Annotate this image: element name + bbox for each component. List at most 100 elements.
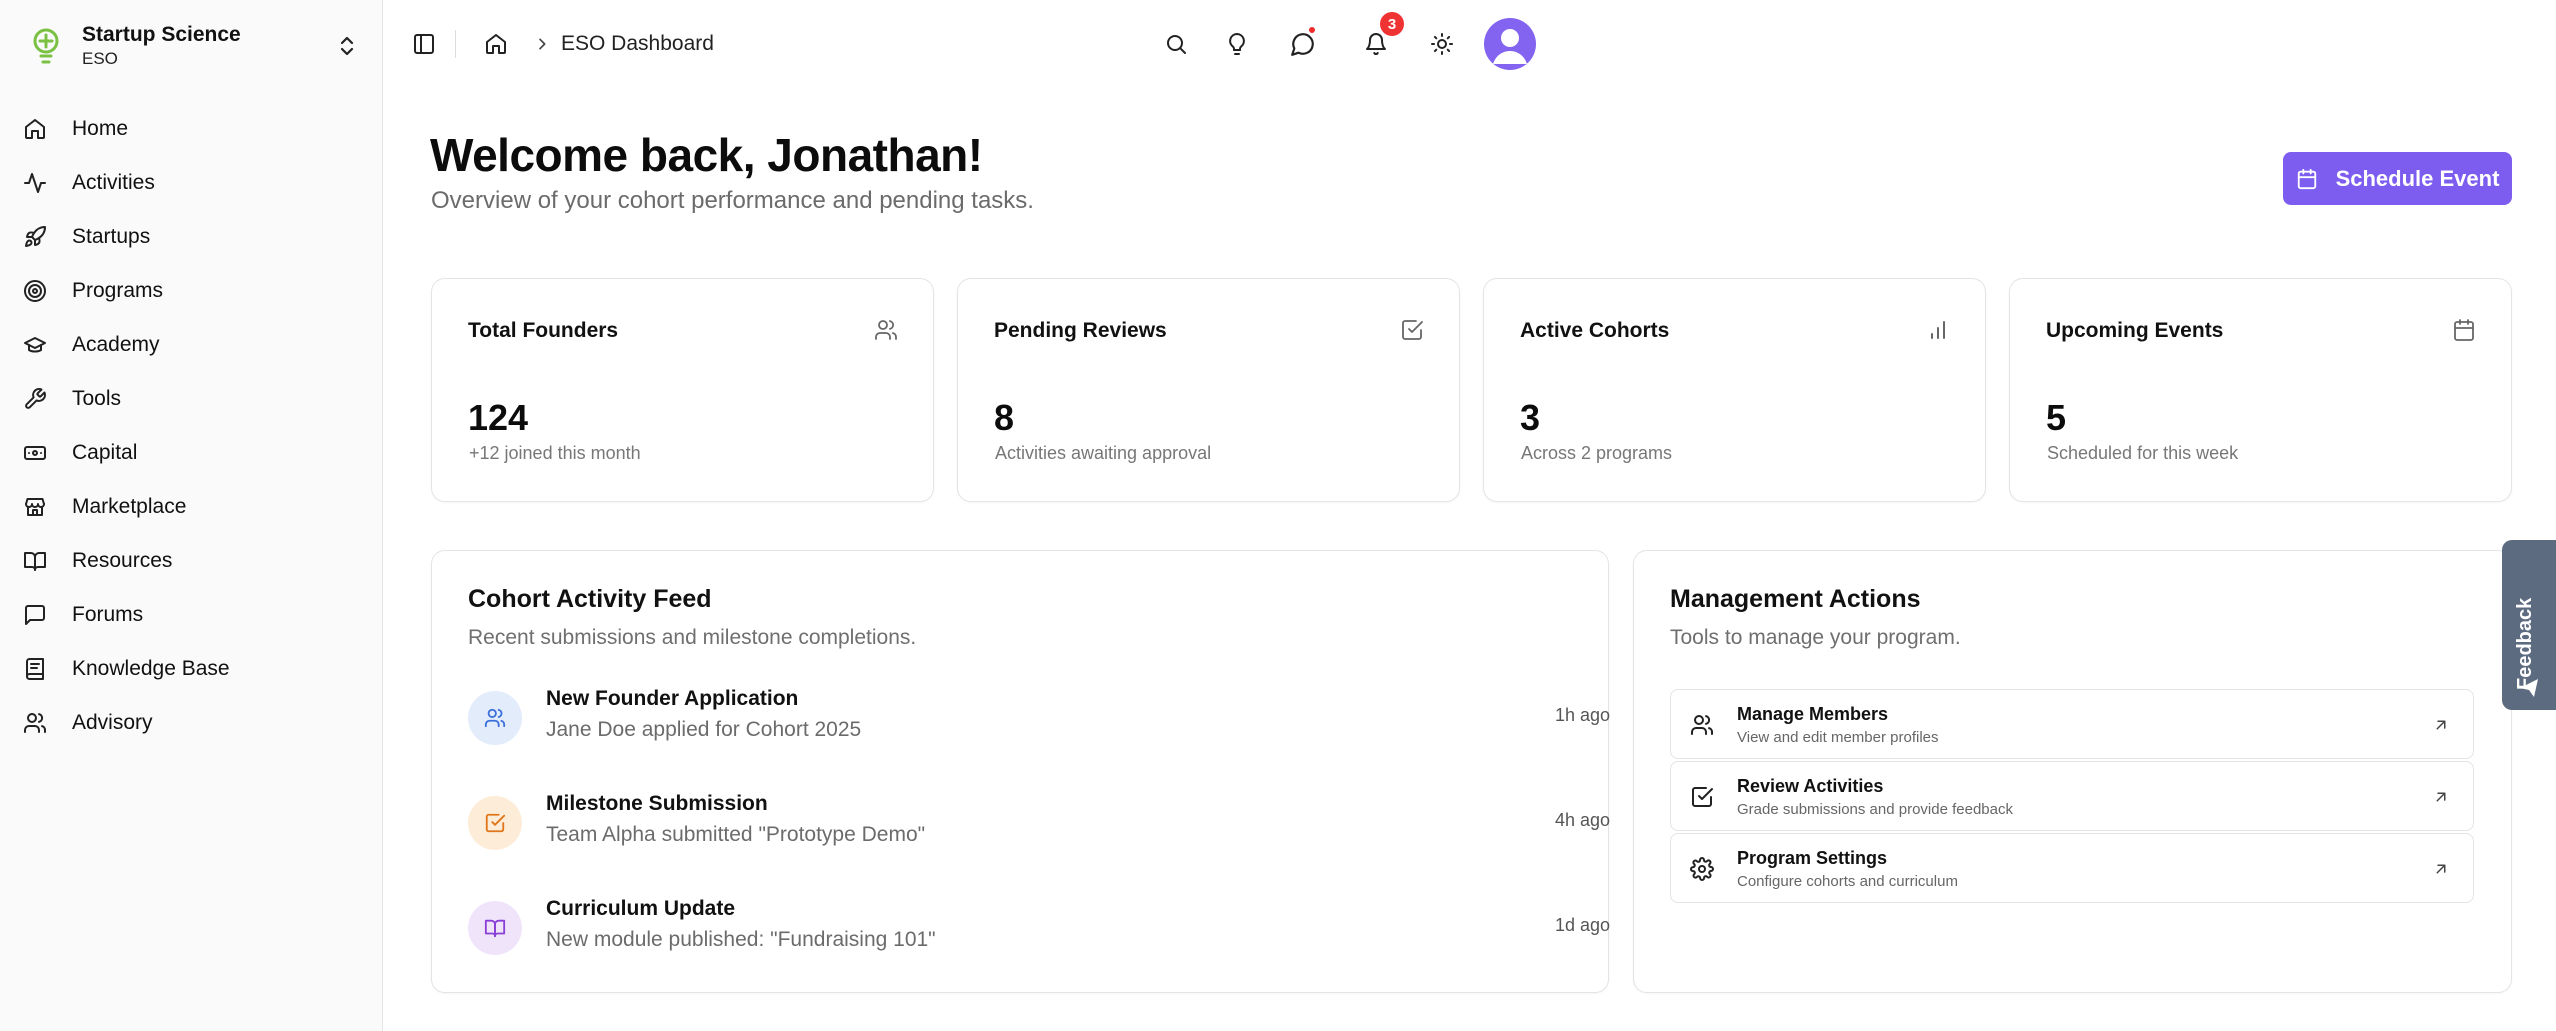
- feed-item-time: 1h ago: [1554, 705, 1610, 725]
- user-silhouette-icon: [1493, 29, 1527, 64]
- page-title: Welcome back, Jonathan!: [430, 129, 983, 181]
- sidebar-item-label: Marketplace: [72, 495, 187, 518]
- message-square-icon: [22, 602, 48, 628]
- feed-item-desc: New module published: "Fundraising 101": [546, 928, 936, 951]
- stat-title: Upcoming Events: [2046, 319, 2224, 342]
- top-bar: ESO Dashboard 3: [384, 0, 2556, 88]
- sidebar-item-advisory[interactable]: Advisory: [14, 696, 368, 750]
- schedule-event-label: Schedule Event: [2335, 165, 2500, 191]
- sidebar-item-label: Activities: [72, 171, 155, 194]
- sidebar-item-academy[interactable]: Academy: [14, 318, 368, 372]
- feed-item-title: New Founder Application: [546, 687, 799, 710]
- action-desc: Configure cohorts and curriculum: [1737, 873, 1958, 890]
- review-activities-action[interactable]: Review Activities Grade submissions and …: [1670, 761, 2474, 831]
- action-title: Program Settings: [1737, 848, 1888, 868]
- sidebar-item-capital[interactable]: Capital: [14, 426, 368, 480]
- notification-badge: 3: [1378, 10, 1406, 38]
- chevrons-up-down-icon[interactable]: [332, 31, 362, 61]
- org-switcher[interactable]: Startup Science ESO: [26, 18, 366, 74]
- feed-item-desc: Jane Doe applied for Cohort 2025: [546, 718, 862, 741]
- schedule-event-button[interactable]: Schedule Event: [2283, 152, 2512, 205]
- feed-item[interactable]: Milestone Submission Team Alpha submitte…: [468, 792, 1610, 866]
- user-avatar[interactable]: [1484, 18, 1536, 70]
- bell-icon[interactable]: 3: [1358, 10, 1406, 62]
- sidebar-item-label: Programs: [72, 279, 164, 302]
- feed-item-title: Curriculum Update: [546, 897, 736, 920]
- feed-item[interactable]: New Founder Application Jane Doe applied…: [468, 687, 1610, 761]
- chat-icon[interactable]: [1285, 25, 1321, 62]
- arrow-up-right-icon: [2429, 857, 2453, 881]
- stat-value: 5: [2046, 397, 2067, 438]
- chevron-right-icon: [528, 30, 556, 58]
- sidebar-item-tools[interactable]: Tools: [14, 372, 368, 426]
- graduation-cap-icon: [22, 332, 48, 358]
- arrow-up-right-icon: [2429, 713, 2453, 737]
- cohort-activity-feed: Cohort Activity Feed Recent submissions …: [431, 550, 1610, 993]
- header-divider: [455, 30, 456, 58]
- stat-title: Active Cohorts: [1520, 319, 1670, 342]
- activity-icon: [22, 170, 48, 196]
- users-icon: [1689, 712, 1715, 738]
- stat-value: 124: [468, 397, 529, 438]
- calendar-icon: [2296, 168, 2318, 190]
- home-icon: [22, 116, 48, 142]
- sidebar-item-forums[interactable]: Forums: [14, 588, 368, 642]
- action-title: Manage Members: [1737, 704, 1889, 724]
- sidebar-item-activities[interactable]: Activities: [14, 156, 368, 210]
- org-name: Startup Science: [82, 23, 241, 46]
- feed-subtitle: Recent submissions and milestone complet…: [468, 626, 917, 649]
- sidebar-item-label: Tools: [72, 387, 122, 410]
- sidebar-nav: Home Activities Startups Programs Academ…: [14, 102, 368, 750]
- book-icon: [22, 656, 48, 682]
- breadcrumb-home-icon[interactable]: [480, 28, 512, 60]
- feed-item-time: 4h ago: [1554, 810, 1610, 830]
- sidebar-item-home[interactable]: Home: [14, 102, 368, 156]
- management-actions: Management Actions Tools to manage your …: [1633, 550, 2512, 993]
- stat-note: +12 joined this month: [469, 443, 641, 463]
- stat-note: Scheduled for this week: [2047, 443, 2239, 463]
- sidebar-item-label: Academy: [72, 333, 160, 356]
- org-type: ESO: [82, 49, 118, 68]
- stat-note: Activities awaiting approval: [995, 443, 1212, 463]
- sidebar-item-label: Resources: [72, 549, 173, 572]
- sidebar-item-startups[interactable]: Startups: [14, 210, 368, 264]
- action-title: Review Activities: [1737, 776, 1884, 796]
- management-subtitle: Tools to manage your program.: [1670, 626, 1961, 649]
- lightbulb-icon[interactable]: [1219, 26, 1255, 62]
- sidebar-item-label: Capital: [72, 441, 138, 464]
- search-icon[interactable]: [1158, 26, 1194, 62]
- action-desc: Grade submissions and provide feedback: [1737, 801, 2013, 818]
- sidebar-toggle-icon[interactable]: [408, 28, 440, 60]
- users-icon: [873, 317, 899, 343]
- stat-note: Across 2 programs: [1521, 443, 1673, 463]
- theme-toggle-sun-icon[interactable]: [1424, 26, 1460, 62]
- page-subtitle: Overview of your cohort performance and …: [431, 187, 1034, 214]
- stat-title: Pending Reviews: [994, 319, 1167, 342]
- stat-card-total-founders: Total Founders 124 +12 joined this month: [431, 278, 934, 502]
- bar-chart-icon: [1925, 317, 1951, 343]
- store-icon: [22, 494, 48, 520]
- sidebar-item-marketplace[interactable]: Marketplace: [14, 480, 368, 534]
- feed-item[interactable]: Curriculum Update New module published: …: [468, 897, 1610, 971]
- book-open-icon: [22, 548, 48, 574]
- stat-card-active-cohorts: Active Cohorts 3 Across 2 programs: [1483, 278, 1986, 502]
- program-settings-action[interactable]: Program Settings Configure cohorts and c…: [1670, 833, 2474, 903]
- feedback-tab[interactable]: Feedback: [2502, 540, 2556, 710]
- check-square-icon: [1689, 784, 1715, 810]
- banknote-icon: [22, 440, 48, 466]
- manage-members-action[interactable]: Manage Members View and edit member prof…: [1670, 689, 2474, 759]
- feed-item-desc: Team Alpha submitted "Prototype Demo": [546, 823, 926, 846]
- sidebar-item-label: Forums: [72, 603, 144, 626]
- send-icon: [2517, 676, 2541, 705]
- sidebar-item-resources[interactable]: Resources: [14, 534, 368, 588]
- stat-card-pending-reviews: Pending Reviews 8 Activities awaiting ap…: [957, 278, 1460, 502]
- book-open-icon: [468, 901, 522, 955]
- sidebar-item-knowledge-base[interactable]: Knowledge Base: [14, 642, 368, 696]
- stat-card-upcoming-events: Upcoming Events 5 Scheduled for this wee…: [2009, 278, 2512, 502]
- check-square-icon: [1399, 317, 1425, 343]
- sidebar-item-label: Advisory: [72, 711, 153, 734]
- stat-value: 8: [994, 397, 1015, 438]
- sidebar-item-programs[interactable]: Programs: [14, 264, 368, 318]
- sidebar-item-label: Knowledge Base: [72, 657, 230, 680]
- users-icon: [22, 710, 48, 736]
